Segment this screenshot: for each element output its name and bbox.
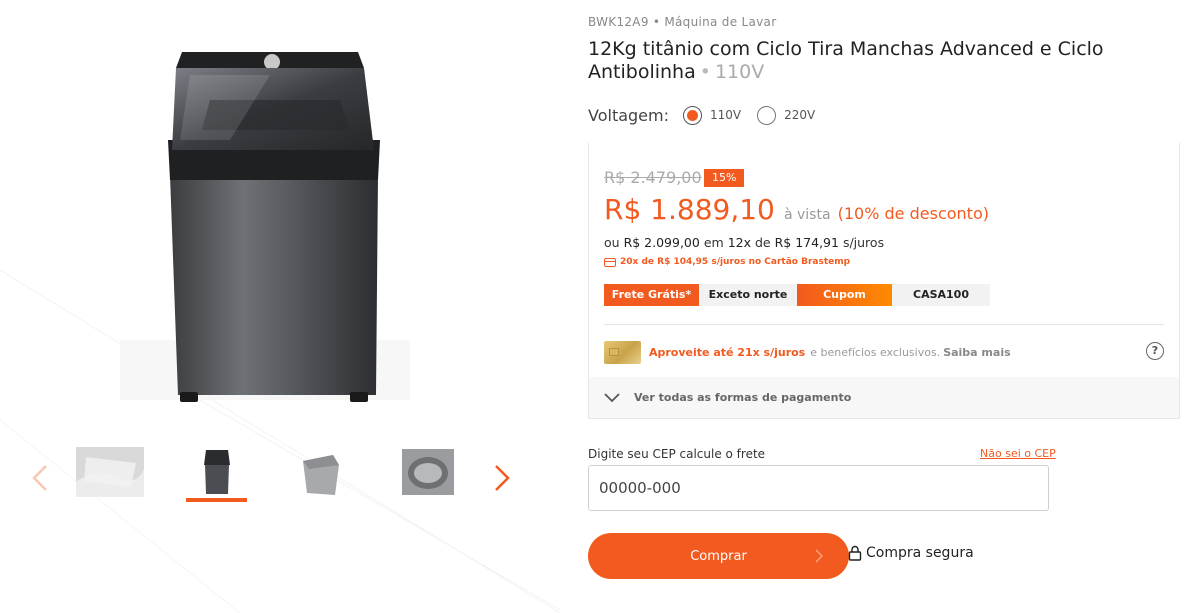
chevron-right-icon — [495, 465, 510, 491]
brastemp-card-offer: 20x de R$ 104,95 s/juros no Cartão Brast… — [604, 257, 850, 267]
current-price: R$ 1.889,10 — [604, 193, 775, 226]
price-line: R$ 1.889,10 à vista (10% de desconto) — [604, 193, 989, 226]
chevron-right-icon — [815, 549, 824, 563]
installment-count: 12x — [727, 235, 751, 250]
help-icon[interactable]: ? — [1146, 342, 1164, 360]
promo-strong: Aproveite até 21x s/juros — [649, 345, 806, 359]
buy-button[interactable]: Comprar — [588, 533, 849, 579]
gold-card-icon — [604, 340, 641, 364]
unknown-cep-link[interactable]: Não sei o CEP — [980, 447, 1056, 460]
promo-learn-more-link[interactable]: Saiba mais — [943, 346, 1010, 359]
voltage-option-label: 110V — [710, 108, 742, 122]
voltage-option-220v[interactable]: 220V — [757, 105, 816, 125]
title-separator: • — [699, 61, 711, 83]
payment-methods-toggle[interactable]: Ver todas as formas de pagamento — [589, 377, 1179, 418]
gallery-next-button[interactable] — [487, 458, 517, 498]
product-reference: BWK12A9 • Máquina de Lavar — [588, 15, 777, 29]
tag-coupon-code: CASA100 — [892, 284, 990, 306]
installment-prefix: ou — [604, 235, 620, 250]
thumbnail-3[interactable] — [292, 446, 348, 498]
cep-label: Digite seu CEP calcule o frete — [588, 447, 766, 461]
cash-label: à vista — [783, 207, 831, 223]
tags-row: Frete Grátis* Exceto norte Cupom CASA100 — [604, 284, 990, 306]
installment-total: R$ 2.099,00 — [623, 235, 700, 250]
installment-suffix: s/juros — [842, 235, 885, 250]
voltage-option-label: 220V — [784, 108, 816, 122]
tag-coupon: Cupom — [797, 284, 892, 306]
lock-icon — [848, 545, 862, 561]
tag-except-north: Exceto norte — [699, 284, 797, 306]
tag-free-shipping: Frete Grátis* — [604, 284, 699, 306]
installment-info: ou R$ 2.099,00 em 12x de R$ 174,91 s/jur… — [604, 235, 884, 250]
thumbnail-strip — [20, 440, 540, 510]
card-offer-text: 20x de R$ 104,95 s/juros no Cartão Brast… — [620, 257, 851, 267]
product-title-text: 12Kg titânio com Ciclo Tira Manchas Adva… — [588, 38, 1104, 83]
credit-card-icon — [604, 257, 616, 267]
installment-value: R$ 174,91 — [774, 235, 839, 250]
old-price: R$ 2.479,00 — [604, 168, 702, 187]
chevron-down-icon — [604, 392, 620, 402]
thumbnail-4[interactable] — [398, 446, 458, 498]
card-promo: Aproveite até 21x s/juros e benefícios e… — [604, 339, 1164, 365]
cep-input[interactable] — [588, 465, 1049, 511]
voltage-option-110v[interactable]: 110V — [683, 105, 742, 125]
active-thumbnail-indicator — [186, 498, 247, 502]
product-title: 12Kg titânio com Ciclo Tira Manchas Adva… — [588, 38, 1148, 84]
installment-of: de — [754, 235, 771, 250]
installment-mid: em — [703, 235, 724, 250]
radio-220v[interactable] — [757, 105, 777, 125]
divider — [604, 324, 1164, 325]
buy-button-label: Comprar — [690, 548, 747, 564]
thumbnail-1[interactable] — [76, 446, 144, 498]
price-box: R$ 2.479,00 15% R$ 1.889,10 à vista (10%… — [588, 143, 1180, 419]
promo-rest: e benefícios exclusivos. — [810, 345, 941, 359]
voltage-label: Voltagem: — [588, 105, 669, 125]
title-voltage: 110V — [714, 61, 765, 83]
voltage-selector: Voltagem: 110V 220V — [588, 103, 831, 127]
thumbnail-2[interactable] — [186, 446, 248, 498]
secure-purchase-label: Compra segura — [866, 545, 974, 561]
gallery-prev-button[interactable] — [25, 458, 55, 498]
product-main-image — [120, 40, 410, 415]
chevron-left-icon — [32, 465, 47, 491]
secure-purchase: Compra segura — [848, 545, 974, 561]
cash-discount: (10% de desconto) — [837, 204, 989, 223]
discount-badge: 15% — [704, 169, 745, 187]
radio-110v[interactable] — [683, 105, 702, 125]
payment-methods-label: Ver todas as formas de pagamento — [634, 391, 852, 404]
